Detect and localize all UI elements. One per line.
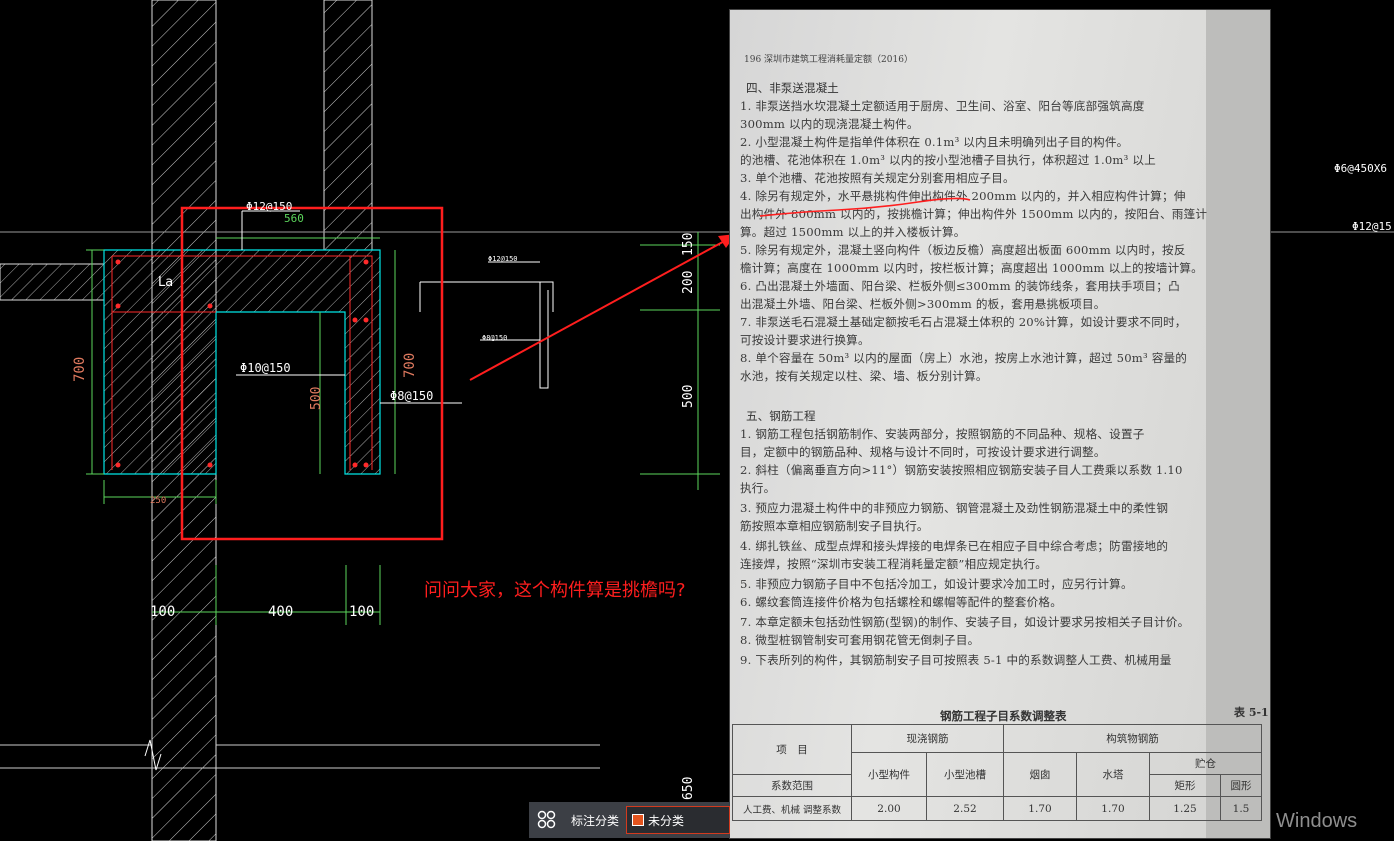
- label-la: La: [158, 275, 173, 290]
- table-header-rect: 矩形: [1149, 774, 1221, 797]
- text-line: 6. 凸出混凝土外墙面、阳台梁、栏板外侧≤300mm 的装饰线条，套用扶手项目；…: [740, 279, 1180, 293]
- text-line: 6. 螺纹套筒连接件价格为包括螺栓和螺帽等配件的整套价格。: [740, 595, 1062, 609]
- text-line: 8. 微型桩钢管制安可套用钢花管无倒刺子目。: [740, 633, 980, 647]
- dim-700-right: 700: [402, 353, 418, 378]
- wall-right: [323, 0, 373, 251]
- table-header-small: 小型构件: [851, 752, 927, 797]
- book-page-header: 196 深圳市建筑工程消耗量定额（2016）: [744, 55, 913, 65]
- table-header-pool: 小型池槽: [926, 752, 1004, 797]
- table-header-range: 系数范围: [732, 774, 852, 797]
- table-cell-chimney: 1.70: [1003, 796, 1077, 821]
- dim-650: 650: [681, 777, 696, 800]
- text-line: 五、钢筋工程: [746, 409, 816, 423]
- text-line: 出混凝土外墙、阳台梁、栏板外侧>300mm 的板，套用悬挑板项目。: [740, 297, 1106, 311]
- text-line: 水池，按有关规定以柱、梁、墙、板分别计算。: [740, 369, 988, 383]
- side-label-1: Φ6@450X6: [1334, 162, 1387, 175]
- text-line: 3. 预应力混凝土构件中的非预应力钢筋、钢管混凝土及劲性钢筋混凝土中的柔性钢: [740, 501, 1169, 515]
- grid-icon[interactable]: [537, 810, 557, 830]
- text-line: 5. 除另有规定外，混凝土竖向构件（板边反檐）高度超出板面 600mm 以内时，…: [740, 243, 1186, 257]
- table-header-chimney: 烟囱: [1003, 752, 1077, 797]
- rebar-right-label: Φ8@150: [390, 389, 433, 403]
- text-line: 四、非泵送混凝土: [746, 81, 839, 95]
- text-line: 筋按照本章相应钢筋制安子目执行。: [740, 519, 929, 533]
- text-line: 连接焊，按照“深圳市安装工程消耗量定额”相应规定执行。: [740, 557, 1048, 571]
- table-header-round: 圆形: [1220, 774, 1262, 797]
- table-header-item: 项 目: [732, 724, 852, 775]
- table-cell-pool: 2.52: [926, 796, 1004, 821]
- table-row-label: 人工费、机械 调整系数: [732, 796, 852, 821]
- dim-top: 560: [284, 212, 304, 225]
- small-rebar-1: Φ12@150: [488, 255, 518, 263]
- table-header-struct: 构筑物钢筋: [1003, 724, 1262, 753]
- annotation-category-value[interactable]: 未分类: [648, 812, 684, 829]
- table-cell-rect: 1.25: [1149, 796, 1221, 821]
- text-line: 执行。: [740, 481, 776, 495]
- text-line: 1. 钢筋工程包括钢筋制作、安装两部分，按照钢筋的不同品种、规格、设置子: [740, 427, 1145, 441]
- text-line: 2. 斜柱（偏离垂直方向>11°）钢筋安装按照相应钢筋安装子目人工费乘以系数 1…: [740, 463, 1183, 477]
- underline-annotation: [759, 197, 971, 217]
- text-line: 300mm 以内的现浇混凝土构件。: [740, 117, 919, 131]
- table-title: 钢筋工程子目系数调整表: [940, 709, 1067, 723]
- dim-400: 400: [268, 604, 293, 620]
- table-cell-small: 2.00: [851, 796, 927, 821]
- text-line: 7. 本章定额未包括劲性钢筋(型钢)的制作、安装子目，如设计要求另按相关子目计价…: [740, 615, 1190, 629]
- text-line: 可按设计要求进行换算。: [740, 333, 870, 347]
- dim-200: 200: [681, 271, 696, 294]
- category-color-swatch: [632, 814, 644, 826]
- table-cell-round: 1.5: [1220, 796, 1262, 821]
- table-header-silo: 贮仓: [1149, 752, 1262, 775]
- text-line: 3. 单个池槽、花池按照有关规定分别套用相应子目。: [740, 171, 1015, 185]
- dim-500-b: 500: [681, 385, 696, 408]
- textbook-photo: 196 深圳市建筑工程消耗量定额（2016） 四、非泵送混凝土 1. 非泵送挡水坎…: [730, 10, 1270, 838]
- dim-100-left: 100: [150, 604, 175, 620]
- table-cell-tower: 1.70: [1076, 796, 1150, 821]
- windows-watermark: Windows: [1276, 810, 1358, 832]
- table-header-tower: 水塔: [1076, 752, 1150, 797]
- dim-150: 150: [681, 233, 696, 256]
- text-line: 8. 单个容量在 50m³ 以内的屋面（房上）水池，按房上水池计算，超过 50m…: [740, 351, 1188, 365]
- table-number: 表 5-1: [1234, 706, 1269, 719]
- text-line: 7. 非泵送毛石混凝土基础定额按毛石占混凝土体积的 20%计算，如设计要求不同时…: [740, 315, 1187, 329]
- coefficient-table: 项 目 现浇钢筋 构筑物钢筋 小型构件 小型池槽 烟囱 水塔 贮仓 系数范围 矩…: [732, 724, 1262, 821]
- text-line: 1. 非泵送挡水坎混凝土定额适用于厨房、卫生间、浴室、阳台等底部强筑高度: [740, 99, 1145, 113]
- text-line: 檐计算；高度在 1000mm 以内时，按栏板计算；高度超出 1000mm 以上的…: [740, 261, 1203, 275]
- slab-left: [0, 263, 105, 301]
- table-header-cast: 现浇钢筋: [851, 724, 1004, 753]
- rebar-inner-label: Φ10@150: [240, 361, 291, 375]
- text-line: 2. 小型混凝土构件是指单件体积在 0.1m³ 以内且未明确列出子目的构件。: [740, 135, 1129, 149]
- side-label-2: Φ12@15: [1352, 220, 1392, 233]
- dim-500: 500: [309, 387, 324, 410]
- dim-250: 250: [150, 496, 166, 506]
- text-line: 算。超过 1500mm 以上的并入楼板计算。: [740, 225, 966, 239]
- dim-100-right: 100: [349, 604, 374, 620]
- text-line: 4. 绑扎铁丝、成型点焊和接头焊接的电焊条已在相应子目中综合考虑；防雷接地的: [740, 539, 1169, 553]
- text-line: 的池槽、花池体积在 1.0m³ 以内的按小型池槽子目执行，体积超过 1.0m³ …: [740, 153, 1156, 167]
- text-line: 9. 下表所列的构件，其钢筋制安子目可按照表 5-1 中的系数调整人工费、机械用…: [740, 653, 1172, 667]
- dim-wall-height: 700: [72, 357, 88, 382]
- annotation-category-label: 标注分类: [571, 814, 620, 828]
- question-annotation: 问问大家，这个构件算是挑檐吗?: [424, 580, 686, 601]
- text-line: 目，定额中的钢筋品种、规格与设计不同时，可按设计要求进行调整。: [740, 445, 1106, 459]
- small-rebar-2: Φ8@150: [482, 334, 507, 342]
- text-line: 5. 非预应力钢筋子目中不包括冷加工，如设计要求冷加工时，应另行计算。: [740, 577, 1133, 591]
